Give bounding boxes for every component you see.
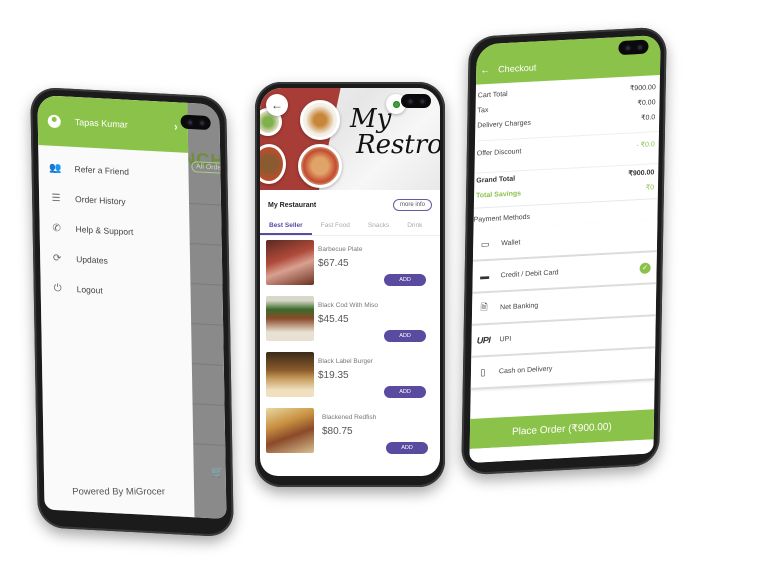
divider <box>190 283 223 286</box>
phone-restaurant: My Restro ← My Restaurant more info Best… <box>255 82 445 487</box>
summary-label: Offer Discount <box>476 147 522 158</box>
order-summary: Cart Total ₹900.00 Tax ₹0.00 Delivery Ch… <box>474 75 660 204</box>
add-button[interactable]: ADD <box>384 330 426 342</box>
item-name: Black Label Burger <box>318 358 373 365</box>
phone-checkout: ← Checkout Cart Total ₹900.00 Tax ₹0.00 … <box>461 26 667 476</box>
user-name: Tapas Kumar <box>74 116 128 130</box>
restaurant-info-bar: My Restaurant more info <box>260 194 440 216</box>
divider <box>192 403 225 406</box>
item-image <box>266 408 314 453</box>
list-item: Black Cod With Miso $45.45 ADD <box>260 296 440 346</box>
menu-item-label: Order History <box>75 193 126 207</box>
payment-label: UPI <box>499 335 512 343</box>
bank-icon: 🗎 <box>480 302 488 313</box>
logo-line: Restro <box>356 130 440 160</box>
restaurant-name: My Restaurant <box>268 201 317 209</box>
payment-label: Cash on Delivery <box>498 365 553 375</box>
drawer-menu: 👥 Refer a Friend ☰ Order History ✆ Help … <box>38 145 191 310</box>
account-icon <box>47 114 61 128</box>
summary-value: - ₹0.0 <box>636 141 655 150</box>
menu-item-label: Refer a Friend <box>74 163 129 177</box>
arrow-left-icon[interactable]: ← <box>480 64 490 76</box>
showcase-stage: NCH All Orde 🛒 Tapas Kumar › 👥 Refer a F… <box>0 0 768 561</box>
divider <box>189 243 222 246</box>
summary-value: ₹0.0 <box>640 113 656 122</box>
payment-label: Wallet <box>501 238 521 247</box>
summary-label: Cart Total <box>477 90 508 100</box>
grand-total-label: Grand Total <box>476 175 516 185</box>
menu-items-list: Barbecue Plate $67.45 ADD Black Cod With… <box>260 240 440 464</box>
background-filter-pill: All Orde <box>191 161 227 174</box>
list-item: Black Label Burger $19.35 ADD <box>260 352 440 402</box>
list-icon: ☰ <box>51 192 61 204</box>
divider <box>189 202 222 206</box>
checkout-screen: ← Checkout Cart Total ₹900.00 Tax ₹0.00 … <box>469 34 661 463</box>
payment-label: Net Banking <box>500 301 539 311</box>
upi-icon: UPI <box>476 334 491 346</box>
powered-by-text: Powered By MiGrocer <box>71 486 166 498</box>
item-name: Barbecue Plate <box>318 246 363 253</box>
summary-label: Tax <box>477 106 489 115</box>
food-plate-image <box>298 144 342 188</box>
power-icon: ⏻ <box>53 282 62 294</box>
list-item: Barbecue Plate $67.45 ADD <box>260 240 440 290</box>
item-price: $80.75 <box>322 426 353 437</box>
add-button[interactable]: ADD <box>384 274 426 286</box>
item-price: $45.45 <box>318 314 349 325</box>
menu-item-label: Updates <box>76 254 108 266</box>
divider <box>191 323 224 326</box>
phone-drawer: NCH All Orde 🛒 Tapas Kumar › 👥 Refer a F… <box>30 86 234 538</box>
arrow-left-icon: ← <box>271 98 283 112</box>
cash-icon: ▯ <box>480 366 486 377</box>
savings-value: ₹0 <box>645 183 655 192</box>
menu-item-label: Help & Support <box>75 224 134 238</box>
food-plate-image <box>300 100 340 140</box>
check-circle-icon: ✓ <box>639 261 651 274</box>
phone-icon: ✆ <box>52 222 61 234</box>
item-image <box>266 296 314 341</box>
front-camera <box>180 114 211 131</box>
front-camera <box>401 94 431 108</box>
item-image <box>266 240 314 285</box>
item-price: $19.35 <box>318 370 349 381</box>
divider <box>193 443 226 446</box>
savings-label: Total Savings <box>475 190 522 200</box>
item-price: $67.45 <box>318 258 349 269</box>
cart-icon: 🛒 <box>211 467 224 479</box>
card-icon: ▬ <box>480 270 490 282</box>
people-icon: 👥 <box>49 162 62 174</box>
drawer-screen: NCH All Orde 🛒 Tapas Kumar › 👥 Refer a F… <box>37 94 227 519</box>
menu-item-label: Logout <box>76 284 103 296</box>
back-button[interactable]: ← <box>266 94 288 116</box>
chevron-right-icon: › <box>173 121 178 134</box>
more-info-button[interactable]: more info <box>392 199 432 211</box>
summary-label: Delivery Charges <box>477 119 532 130</box>
category-tabs: Best Seller Fast Food Snacks Drink <box>260 218 440 236</box>
list-item: Blackened Redfish $80.75 ADD <box>260 408 440 458</box>
add-button[interactable]: ADD <box>386 442 428 454</box>
add-button[interactable]: ADD <box>384 386 426 398</box>
item-name: Black Cod With Miso <box>318 302 378 309</box>
nav-drawer: Tapas Kumar › 👥 Refer a Friend ☰ Order H… <box>37 94 195 518</box>
divider <box>191 363 224 366</box>
tab-drink[interactable]: Drink <box>398 218 431 235</box>
item-image <box>266 352 314 397</box>
tab-best-seller[interactable]: Best Seller <box>260 218 312 235</box>
checkout-title: Checkout <box>498 62 537 75</box>
summary-value: ₹900.00 <box>629 83 656 93</box>
item-name: Blackened Redfish <box>322 414 377 421</box>
payment-label: Credit / Debit Card <box>500 268 559 279</box>
tab-fast-food[interactable]: Fast Food <box>312 218 359 235</box>
veg-icon <box>392 100 400 108</box>
tab-snacks[interactable]: Snacks <box>359 218 398 235</box>
sync-icon: ⟳ <box>52 252 62 264</box>
grand-total-value: ₹900.00 <box>628 168 655 178</box>
front-camera <box>618 39 649 56</box>
drawer-header[interactable]: Tapas Kumar › <box>37 94 189 153</box>
summary-value: ₹0.00 <box>637 98 656 107</box>
restaurant-screen: My Restro ← My Restaurant more info Best… <box>260 88 440 476</box>
wallet-icon: ▭ <box>480 238 490 249</box>
